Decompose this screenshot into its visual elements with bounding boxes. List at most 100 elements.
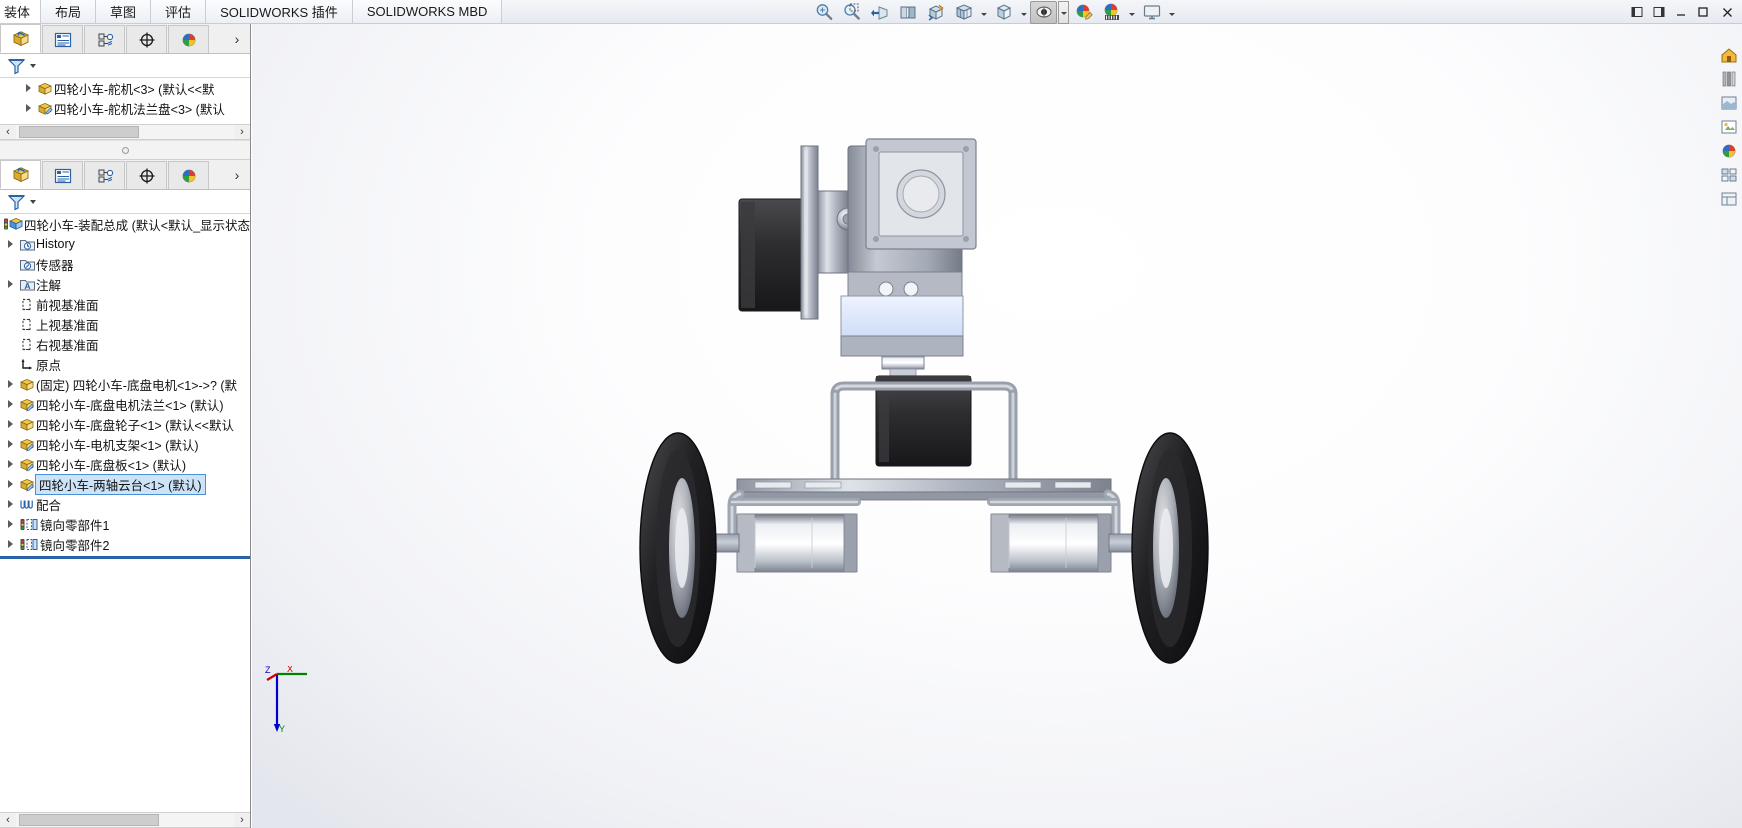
dimxpert-manager-tab[interactable] (126, 161, 167, 189)
viewport-layout-dropdown-icon[interactable] (1166, 1, 1177, 24)
display-states-icon[interactable] (1717, 164, 1741, 186)
dimxpert-manager-tab[interactable] (126, 25, 167, 53)
maximize-button[interactable] (1692, 1, 1714, 23)
menu-tab-sketch[interactable]: 草图 (96, 0, 152, 23)
tree-item-history[interactable]: History (0, 234, 250, 254)
display-manager-tab[interactable] (168, 25, 209, 53)
panel-splitter[interactable] (0, 140, 250, 160)
menu-tab-assembly[interactable]: 装体 (0, 0, 42, 23)
display-style-icon[interactable] (950, 1, 977, 24)
close-button[interactable] (1714, 1, 1740, 23)
panel-top-more-button[interactable]: › (224, 25, 250, 53)
graphics-viewport[interactable]: Z X Y (252, 24, 1742, 828)
panel-bottom-more-button[interactable]: › (224, 161, 250, 189)
feature-manager-tab[interactable] (0, 160, 41, 189)
tree-item-motor-bracket[interactable]: 四轮小车-电机支架<1> (默认) (0, 434, 250, 454)
decals-icon[interactable] (1717, 116, 1741, 138)
zoom-to-fit-icon[interactable] (810, 1, 837, 24)
hide-show-items-dropdown-icon[interactable] (1018, 1, 1029, 24)
menu-tab-evaluate[interactable]: 评估 (151, 0, 207, 23)
tree-item-chassis-motor[interactable]: (固定) 四轮小车-底盘电机<1>->? (默 (0, 374, 250, 394)
tree-item-assembly-root[interactable]: 四轮小车-装配总成 (默认<默认_显示状态 (0, 214, 250, 234)
tree-item-front-plane[interactable]: 前视基准面 (0, 294, 250, 314)
panel-bottom-filter-bar[interactable] (0, 190, 250, 214)
scroll-right-icon[interactable]: › (234, 125, 250, 140)
menu-tab-solidworks-mbd[interactable]: SOLIDWORKS MBD (352, 0, 503, 23)
tree-item-label: 传感器 (36, 258, 74, 273)
tree-item-mirror-component-2[interactable]: 镜向零部件2 (0, 534, 250, 554)
expand-arrow-icon[interactable] (2, 436, 18, 452)
restore-right-button[interactable] (1648, 1, 1670, 23)
tree-item-label: (固定) 四轮小车-底盘电机<1>->? (默 (36, 378, 238, 393)
expand-arrow-icon[interactable] (2, 376, 18, 392)
tree-item-chassis-wheel[interactable]: 四轮小车-底盘轮子<1> (默认<<默认 (0, 414, 250, 434)
tree-item-duoji[interactable]: 四轮小车-舵机<3> (默认<<默 (0, 78, 250, 98)
restore-left-button[interactable] (1626, 1, 1648, 23)
custom-views-icon[interactable] (1717, 188, 1741, 210)
viewport-layout-icon[interactable] (1138, 1, 1165, 24)
expand-arrow-icon[interactable] (20, 80, 36, 96)
scroll-left-icon[interactable]: ‹ (0, 125, 16, 140)
expand-arrow-icon[interactable] (20, 100, 36, 116)
view-settings-dropdown-icon[interactable] (1126, 1, 1137, 24)
view-orientation-icon[interactable] (922, 1, 949, 24)
appearances-icon[interactable] (1717, 68, 1741, 90)
lights-cameras-icon[interactable] (1717, 140, 1741, 162)
hide-show-items-icon[interactable] (990, 1, 1017, 24)
edit-appearance-icon[interactable] (1030, 0, 1057, 24)
filter-dropdown-icon[interactable] (30, 199, 36, 204)
tree-item-top-plane[interactable]: 上视基准面 (0, 314, 250, 334)
panel-bottom-hscrollbar[interactable]: ‹ › (0, 812, 250, 828)
robot-car-model[interactable] (252, 24, 1742, 828)
menu-tab-solidworks-addins[interactable]: SOLIDWORKS 插件 (206, 0, 353, 23)
configuration-manager-tab[interactable] (84, 161, 125, 189)
scenes-icon[interactable] (1717, 92, 1741, 114)
expand-arrow-icon[interactable] (2, 476, 18, 492)
tree-item-annotations[interactable]: A 注解 (0, 274, 250, 294)
panel-top-filter-bar[interactable] (0, 54, 250, 78)
panel-top-hscrollbar[interactable]: ‹ › (0, 124, 250, 140)
configuration-manager-tab[interactable] (84, 25, 125, 53)
display-style-dropdown-icon[interactable] (978, 1, 989, 24)
tree-item-mirror-component-1[interactable]: 镜向零部件1 (0, 514, 250, 534)
scroll-track[interactable] (16, 125, 234, 139)
display-manager-tab[interactable] (168, 161, 209, 189)
tree-item-sensors[interactable]: 传感器 (0, 254, 250, 274)
expand-arrow-icon[interactable] (2, 396, 18, 412)
previous-view-icon[interactable] (866, 1, 893, 24)
component-edit-icon (18, 436, 36, 452)
plane-icon (18, 296, 36, 312)
zoom-to-area-icon[interactable] (838, 1, 865, 24)
view-home-icon[interactable] (1717, 44, 1741, 66)
feature-manager-tab[interactable] (0, 24, 41, 53)
section-view-icon[interactable] (894, 1, 921, 24)
scroll-thumb[interactable] (19, 126, 139, 138)
tree-item-right-plane[interactable]: 右视基准面 (0, 334, 250, 354)
scroll-thumb[interactable] (19, 814, 159, 826)
edit-appearance-dropdown-icon[interactable] (1058, 0, 1069, 24)
tree-item-mates[interactable]: 配合 (0, 494, 250, 514)
property-manager-tab[interactable] (42, 161, 83, 189)
scroll-track[interactable] (16, 813, 234, 827)
tree-item-origin[interactable]: 原点 (0, 354, 250, 374)
expand-arrow-icon[interactable] (2, 536, 18, 552)
expand-arrow-icon[interactable] (2, 416, 18, 432)
tree-item-chassis-plate[interactable]: 四轮小车-底盘板<1> (默认) (0, 454, 250, 474)
expand-arrow-icon[interactable] (2, 456, 18, 472)
tree-item-duoji-flange[interactable]: 四轮小车-舵机法兰盘<3> (默认 (0, 98, 250, 118)
property-manager-tab[interactable] (42, 25, 83, 53)
scroll-left-icon[interactable]: ‹ (0, 813, 16, 828)
scroll-right-icon[interactable]: › (234, 813, 250, 828)
tree-item-chassis-motor-flange[interactable]: 四轮小车-底盘电机法兰<1> (默认) (0, 394, 250, 414)
apply-scene-icon[interactable] (1070, 1, 1097, 24)
filter-dropdown-icon[interactable] (30, 63, 36, 68)
tree-item-two-axis-gimbal[interactable]: 四轮小车-两轴云台<1> (默认) (0, 473, 250, 495)
expand-arrow-icon[interactable] (2, 236, 18, 252)
expand-arrow-icon[interactable] (2, 516, 18, 532)
minimize-button[interactable] (1670, 1, 1692, 23)
expand-arrow-icon[interactable] (2, 496, 18, 512)
expand-arrow-icon[interactable] (2, 276, 18, 292)
panel-bottom-more-label: › (234, 167, 240, 183)
menu-tab-layout[interactable]: 布局 (41, 0, 97, 23)
view-settings-icon[interactable] (1098, 1, 1125, 24)
